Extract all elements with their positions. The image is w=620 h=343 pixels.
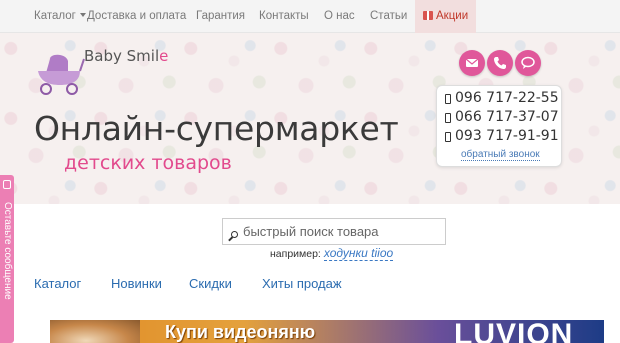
logo-text[interactable]: Baby Smile xyxy=(84,47,168,65)
call-button[interactable] xyxy=(487,50,513,76)
promo-banner[interactable]: Купи видеоняню LUVION xyxy=(50,320,604,343)
nav-catalog-label: Каталог xyxy=(34,10,76,22)
nav-warranty[interactable]: Гарантия xyxy=(196,0,245,33)
phone-number-2[interactable]: 066 717-37-07 xyxy=(445,109,559,125)
nav-promo-label: Акции xyxy=(436,10,469,22)
gift-icon xyxy=(423,11,433,20)
phone-number-1-text: 096 717-22-55 xyxy=(455,90,559,106)
mobile-icon xyxy=(445,94,451,104)
search-icon[interactable] xyxy=(231,231,238,238)
mobile-icon xyxy=(445,113,451,123)
nav-articles[interactable]: Статьи xyxy=(370,0,407,33)
phone-number-3[interactable]: 093 717-91-91 xyxy=(445,128,559,144)
top-navigation: Каталог Доставка и оплата Гарантия Конта… xyxy=(0,0,620,33)
tab-catalog[interactable]: Каталог xyxy=(34,276,81,291)
nav-contacts[interactable]: Контакты xyxy=(259,0,309,33)
search-example-link[interactable]: ходунки tiioo xyxy=(323,246,394,261)
mobile-icon xyxy=(445,132,451,142)
phone-number-3-text: 093 717-91-91 xyxy=(455,128,559,144)
banner-text: Купи видеоняню xyxy=(165,322,316,342)
message-icon xyxy=(3,180,11,189)
phone-number-1[interactable]: 096 717-22-55 xyxy=(445,90,559,106)
search-example-prefix: например: xyxy=(270,248,321,260)
tab-new[interactable]: Новинки xyxy=(111,276,162,291)
mail-button[interactable] xyxy=(459,50,485,76)
banner-brand: LUVION xyxy=(454,320,574,343)
chat-icon xyxy=(521,56,535,69)
chevron-down-icon xyxy=(79,13,86,17)
hero-header: Baby Smile Онлайн-супермаркет детских то… xyxy=(0,33,620,204)
page-title: Онлайн-супермаркет xyxy=(34,109,399,148)
banner-photo xyxy=(50,320,140,343)
leave-message-label: Оставьте сообщение xyxy=(2,202,13,300)
tab-bestsellers[interactable]: Хиты продаж xyxy=(262,276,342,291)
phone-box: 096 717-22-55 066 717-37-07 093 717-91-9… xyxy=(436,85,562,167)
callback-link[interactable]: обратный звонок xyxy=(461,149,540,161)
nav-about[interactable]: О нас xyxy=(324,0,355,33)
tab-discounts[interactable]: Скидки xyxy=(189,276,232,291)
nav-delivery[interactable]: Доставка и оплата xyxy=(87,0,186,33)
search-example: например: ходунки tiioo xyxy=(270,246,394,261)
logo-text-accent: e xyxy=(159,47,169,65)
chat-button[interactable] xyxy=(515,50,541,76)
nav-promo[interactable]: Акции xyxy=(415,0,477,33)
phone-number-2-text: 066 717-37-07 xyxy=(455,109,559,125)
mail-icon xyxy=(465,58,479,67)
search-input[interactable] xyxy=(243,219,443,244)
page-subtitle: детских товаров xyxy=(64,152,232,174)
search-box xyxy=(222,218,446,245)
phone-icon xyxy=(494,57,506,69)
logo-text-main: Baby Smil xyxy=(84,47,160,65)
nav-catalog[interactable]: Каталог xyxy=(34,0,86,33)
